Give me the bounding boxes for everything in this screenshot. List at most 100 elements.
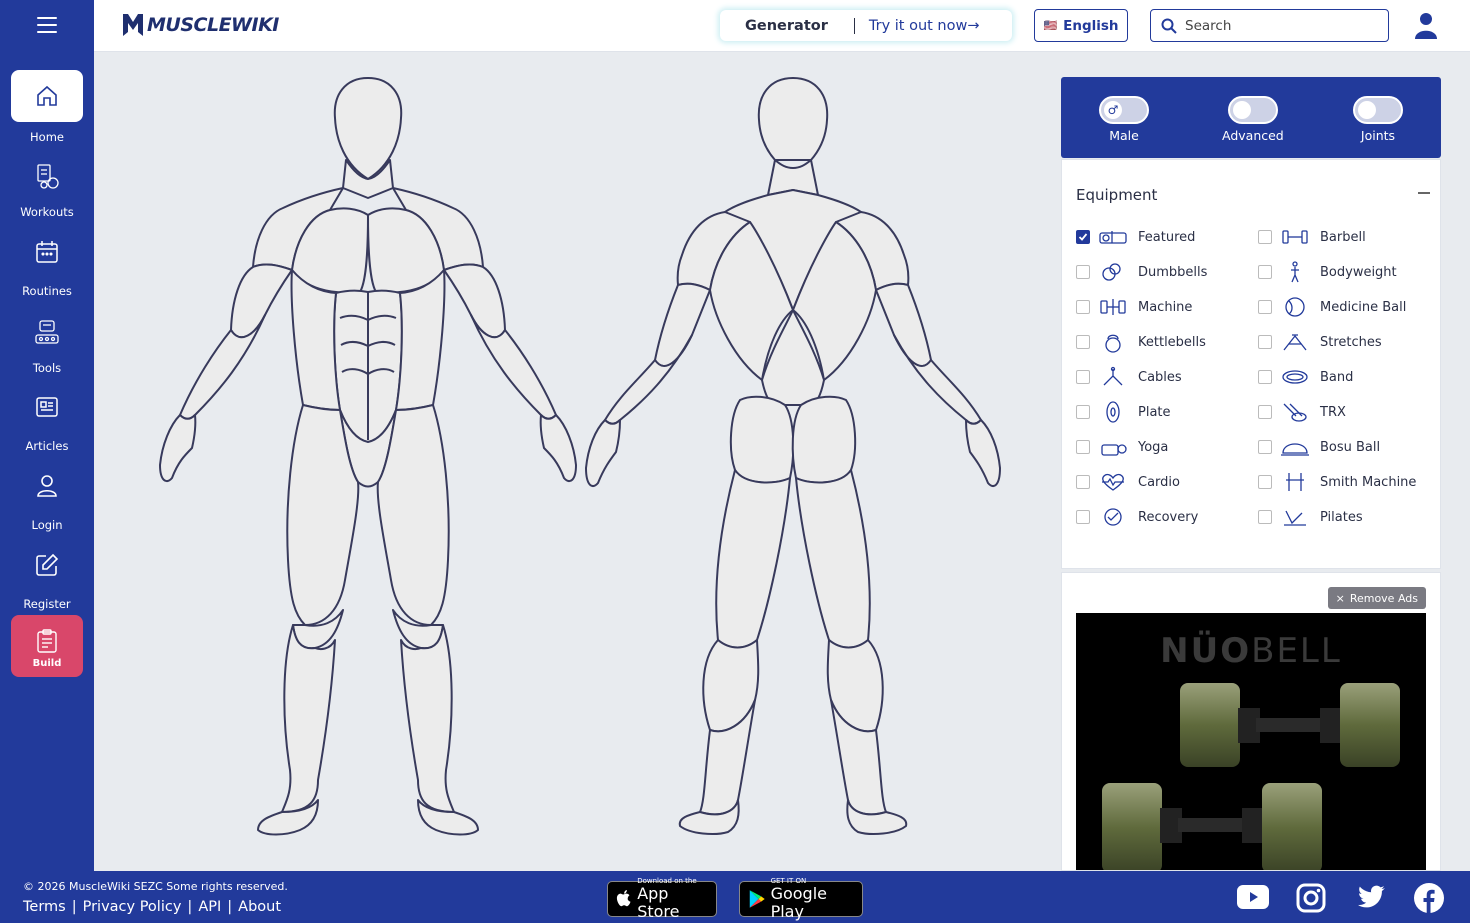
filter-toggles-panel: ♂ Male Advanced Joints [1061, 77, 1441, 158]
sidebar-item-routines[interactable]: Routines [11, 226, 83, 298]
language-selector[interactable]: 🇺🇸 English [1034, 9, 1128, 42]
sidebar-item-label: Articles [25, 439, 69, 453]
logo[interactable]: MUSCLEWIKI [122, 12, 279, 38]
equipment-item-cables[interactable]: Cables [1076, 365, 1182, 389]
equipment-item-stretches[interactable]: Stretches [1258, 330, 1382, 354]
sidebar-item-label: Build [32, 657, 62, 669]
back-right-hand[interactable] [965, 419, 1001, 487]
google-play-icon [749, 890, 765, 908]
equipment-checkbox[interactable] [1258, 265, 1272, 279]
equipment-item-bosu-ball[interactable]: Bosu Ball [1258, 435, 1380, 459]
equipment-checkbox[interactable] [1076, 475, 1090, 489]
equipment-checkbox[interactable] [1258, 370, 1272, 384]
equipment-checkbox[interactable] [1076, 440, 1090, 454]
male-symbol-icon: ♂ [1104, 101, 1122, 119]
front-left-hand[interactable] [159, 414, 197, 483]
ad-image[interactable]: NÜOBELL [1076, 613, 1426, 870]
home-icon [11, 70, 83, 122]
equipment-checkbox[interactable] [1076, 405, 1090, 419]
male-toggle[interactable]: ♂ Male [1099, 96, 1149, 143]
instagram-icon[interactable] [1296, 883, 1326, 913]
equipment-item-band[interactable]: Band [1258, 365, 1353, 389]
equipment-item-barbell[interactable]: Barbell [1258, 225, 1366, 249]
equipment-item-medicine-ball[interactable]: Medicine Ball [1258, 295, 1406, 319]
equipment-checkbox[interactable] [1258, 440, 1272, 454]
front-left-calf[interactable] [281, 624, 336, 813]
equipment-item-kettlebells[interactable]: Kettlebells [1076, 330, 1206, 354]
front-right-bicep[interactable] [443, 263, 506, 339]
api-link[interactable]: API [198, 899, 221, 915]
equipment-checkbox[interactable] [1076, 510, 1090, 524]
sidebar-item-workouts[interactable]: Workouts [11, 150, 83, 219]
equipment-item-plate[interactable]: Plate [1076, 400, 1171, 424]
equipment-checkbox[interactable] [1076, 300, 1090, 314]
toggle-switch[interactable]: ♂ [1099, 96, 1149, 124]
front-right-hand[interactable] [539, 414, 577, 483]
equipment-item-cardio[interactable]: Cardio [1076, 470, 1180, 494]
equipment-item-machine[interactable]: Machine [1076, 295, 1192, 319]
sidebar-item-home[interactable]: Home [11, 70, 83, 144]
back-left-hand[interactable] [585, 419, 621, 487]
equipment-item-bodyweight[interactable]: Bodyweight [1258, 260, 1397, 284]
sidebar-item-register[interactable]: Register [11, 539, 83, 611]
equipment-checkbox[interactable] [1258, 510, 1272, 524]
advanced-toggle[interactable]: Advanced [1222, 96, 1284, 143]
equipment-label: TRX [1320, 404, 1346, 420]
youtube-icon[interactable] [1237, 885, 1269, 909]
equipment-checkbox[interactable] [1076, 265, 1090, 279]
front-left-bicep[interactable] [230, 263, 293, 339]
front-right-calf[interactable] [400, 624, 455, 813]
equipment-item-featured[interactable]: Featured [1076, 225, 1195, 249]
back-right-glute[interactable] [791, 395, 857, 484]
equipment-checkbox[interactable] [1258, 475, 1272, 489]
remove-ads-button[interactable]: × Remove Ads [1327, 587, 1426, 609]
facebook-icon[interactable] [1414, 883, 1444, 913]
dumbbells-icon [1098, 260, 1128, 284]
sidebar-item-login[interactable]: Login [11, 460, 83, 532]
equipment-checkbox[interactable] [1258, 300, 1272, 314]
equipment-checkbox[interactable] [1076, 230, 1090, 244]
top-header: MUSCLEWIKI Generator Try it out now→ 🇺🇸 … [94, 0, 1470, 52]
back-head[interactable] [757, 77, 829, 161]
terms-link[interactable]: Terms [23, 899, 66, 915]
equipment-item-trx[interactable]: TRX [1258, 400, 1346, 424]
front-body-figure [159, 77, 577, 836]
collapse-icon[interactable] [1418, 192, 1430, 194]
back-left-tricep[interactable] [654, 282, 711, 367]
search-input[interactable] [1185, 17, 1375, 34]
equipment-item-yoga[interactable]: Yoga [1076, 435, 1168, 459]
sidebar-item-build[interactable]: Build [11, 615, 83, 677]
sidebar-item-label: Routines [22, 284, 72, 298]
bodyweight-icon [1280, 260, 1310, 284]
equipment-checkbox[interactable] [1258, 335, 1272, 349]
generator-banner[interactable]: Generator Try it out now→ [720, 10, 1012, 41]
equipment-item-pilates[interactable]: Pilates [1258, 505, 1363, 529]
equipment-checkbox[interactable] [1076, 370, 1090, 384]
google-play-badge[interactable]: GET IT ON Google Play [739, 877, 863, 921]
equipment-item-recovery[interactable]: Recovery [1076, 505, 1198, 529]
equipment-checkbox[interactable] [1258, 230, 1272, 244]
language-label: English [1063, 17, 1119, 34]
back-left-hamstring[interactable] [715, 469, 791, 649]
generator-cta[interactable]: Try it out now→ [869, 18, 980, 34]
app-store-badge[interactable]: Download on the App Store [607, 877, 717, 921]
sidebar-item-articles[interactable]: Articles [11, 381, 83, 453]
back-right-hamstring[interactable] [795, 469, 871, 649]
hamburger-menu-icon[interactable] [37, 17, 57, 35]
back-left-glute[interactable] [729, 395, 795, 484]
toggle-switch[interactable] [1227, 96, 1278, 124]
articles-icon [11, 381, 83, 433]
toggle-switch[interactable] [1353, 96, 1403, 124]
joints-toggle[interactable]: Joints [1353, 96, 1403, 143]
account-icon[interactable] [1414, 12, 1438, 40]
equipment-item-smith-machine[interactable]: Smith Machine [1258, 470, 1416, 494]
about-link[interactable]: About [238, 899, 281, 915]
search-box[interactable] [1150, 9, 1389, 42]
privacy-link[interactable]: Privacy Policy [83, 899, 182, 915]
equipment-item-dumbbells[interactable]: Dumbbells [1076, 260, 1207, 284]
back-right-tricep[interactable] [875, 282, 932, 367]
equipment-checkbox[interactable] [1076, 335, 1090, 349]
equipment-checkbox[interactable] [1258, 405, 1272, 419]
twitter-icon[interactable] [1355, 885, 1385, 911]
sidebar-item-tools[interactable]: Tools [11, 306, 83, 375]
